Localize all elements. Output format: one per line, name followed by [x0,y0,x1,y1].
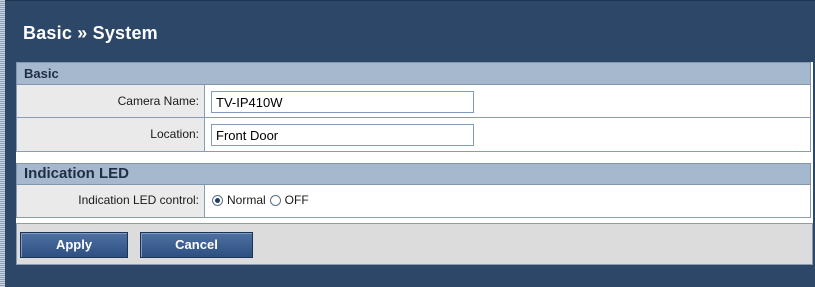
section-header-indication-led: Indication LED [16,163,811,185]
led-off-radio[interactable] [269,194,281,206]
action-bar: Apply Cancel [16,223,813,265]
location-label: Location: [17,118,205,151]
cancel-button[interactable]: Cancel [140,232,253,258]
led-off-label[interactable]: OFF [285,193,309,207]
camera-name-label: Camera Name: [17,85,205,117]
apply-button[interactable]: Apply [20,232,128,258]
settings-panel: Basic Camera Name: Location: Indication … [16,62,813,265]
settings-frame: Basic » System Basic Camera Name: Locati… [5,0,815,287]
location-input[interactable] [211,124,474,146]
section-header-basic: Basic [16,62,811,85]
led-normal-radio[interactable] [212,194,223,206]
page-title: Basic » System [23,23,158,43]
led-normal-label[interactable]: Normal [227,193,266,207]
led-control-row: Indication LED control: Normal OFF [16,185,811,218]
camera-name-row: Camera Name: [16,85,811,118]
location-row: Location: [16,118,811,152]
led-control-label: Indication LED control: [17,185,205,217]
camera-name-input[interactable] [211,91,474,113]
led-control-radio-group: Normal OFF [212,193,313,207]
